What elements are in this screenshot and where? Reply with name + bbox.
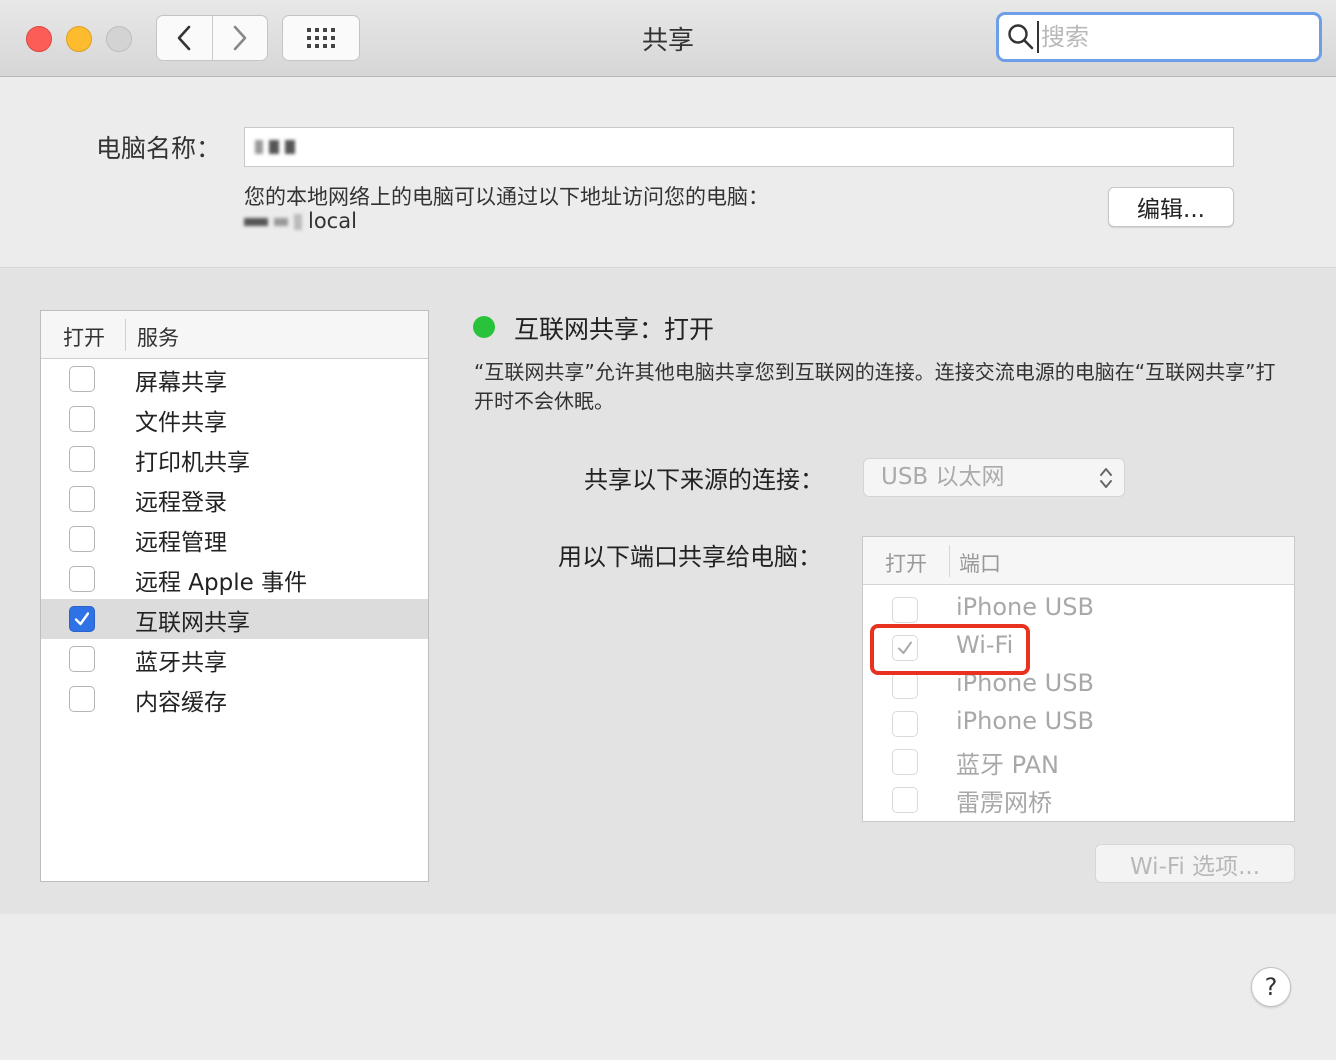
port-label: iPhone USB <box>956 707 1094 735</box>
service-row-remote-login[interactable]: 远程登录 <box>41 479 428 519</box>
search-field[interactable] <box>996 12 1322 62</box>
port-checkbox[interactable] <box>892 597 918 623</box>
window-title: 共享 <box>641 26 694 56</box>
port-list-header: 打开 端口 <box>863 537 1294 585</box>
port-header-port: 端口 <box>959 552 1001 576</box>
updown-arrows-icon <box>1100 468 1112 488</box>
service-row-remote-apple-events[interactable]: 远程 Apple 事件 <box>41 559 428 599</box>
checkmark-icon <box>74 612 90 626</box>
port-checkbox[interactable] <box>892 711 918 737</box>
search-input[interactable] <box>1037 21 1311 53</box>
service-row-internet-sharing[interactable]: 互联网共享 <box>41 599 428 639</box>
grid-icon <box>307 28 335 48</box>
service-label: 远程 Apple 事件 <box>135 570 308 596</box>
service-checkbox[interactable] <box>69 686 95 712</box>
port-header-open: 打开 <box>885 552 927 576</box>
service-label: 内容缓存 <box>135 690 227 716</box>
minimize-window-button[interactable] <box>66 26 92 52</box>
service-label: 屏幕共享 <box>135 370 227 396</box>
close-window-button[interactable] <box>26 26 52 52</box>
port-label: Wi-Fi <box>956 631 1014 659</box>
source-label: 共享以下来源的连接： <box>584 466 824 494</box>
help-button[interactable]: ? <box>1251 967 1291 1007</box>
back-button[interactable] <box>157 16 212 60</box>
service-checkbox[interactable] <box>69 526 95 552</box>
service-row-content-caching[interactable]: 内容缓存 <box>41 679 428 719</box>
zoom-window-button[interactable] <box>106 26 132 52</box>
port-row[interactable]: 蓝牙 PAN <box>863 742 1294 780</box>
nav-back-forward <box>156 15 268 61</box>
status-indicator <box>473 316 495 338</box>
edit-button[interactable]: 编辑... <box>1108 187 1234 227</box>
service-label: 文件共享 <box>135 410 227 436</box>
service-label: 远程管理 <box>135 530 227 556</box>
service-row-screen-sharing[interactable]: 屏幕共享 <box>41 359 428 399</box>
wifi-options-button[interactable]: Wi-Fi 选项... <box>1095 844 1295 883</box>
source-select[interactable]: USB 以太网 <box>863 458 1125 497</box>
port-row[interactable]: iPhone USB <box>863 704 1294 742</box>
address-description: 您的本地网络上的电脑可以通过以下地址访问您的电脑： <box>244 185 769 209</box>
chevron-left-icon <box>177 25 191 51</box>
port-checkbox-checked[interactable] <box>892 635 918 661</box>
forward-button[interactable] <box>211 16 268 60</box>
ports-label: 用以下端口共享给电脑： <box>558 543 822 571</box>
computer-name-field[interactable] <box>244 127 1234 167</box>
service-checkbox[interactable] <box>69 486 95 512</box>
port-row[interactable]: iPhone USB <box>863 590 1294 628</box>
port-label: 蓝牙 PAN <box>956 751 1059 779</box>
port-list[interactable]: 打开 端口 iPhone USB Wi-Fi iPhone USB iPhone… <box>862 536 1295 822</box>
service-label: 互联网共享 <box>135 610 250 636</box>
service-checkbox[interactable] <box>69 646 95 672</box>
service-description: “互联网共享”允许其他电脑共享您到互联网的连接。连接交流电源的电脑在“互联网共享… <box>474 360 1276 413</box>
service-row-printer-sharing[interactable]: 打印机共享 <box>41 439 428 479</box>
chevron-right-icon <box>233 25 247 51</box>
port-row[interactable]: iPhone USB <box>863 666 1294 704</box>
service-checkbox[interactable] <box>69 446 95 472</box>
service-list-header: 打开 服务 <box>41 311 428 359</box>
service-label: 蓝牙共享 <box>135 650 227 676</box>
port-checkbox[interactable] <box>892 787 918 813</box>
port-checkbox[interactable] <box>892 673 918 699</box>
port-row-wifi[interactable]: Wi-Fi <box>863 628 1294 666</box>
service-row-remote-management[interactable]: 远程管理 <box>41 519 428 559</box>
service-list[interactable]: 打开 服务 屏幕共享 文件共享 打印机共享 远程登录 远程管理 远程 Apple… <box>40 310 429 882</box>
local-address: local <box>244 209 357 233</box>
show-all-button[interactable] <box>282 15 360 61</box>
checkmark-icon <box>898 641 912 654</box>
service-checkbox[interactable] <box>69 406 95 432</box>
header-open[interactable]: 打开 <box>63 322 105 352</box>
computer-name-section <box>0 77 1336 268</box>
port-row[interactable]: 雷雳网桥 <box>863 780 1294 818</box>
service-checkbox[interactable] <box>69 366 95 392</box>
service-row-bluetooth-sharing[interactable]: 蓝牙共享 <box>41 639 428 679</box>
service-row-file-sharing[interactable]: 文件共享 <box>41 399 428 439</box>
title-bar: 共享 <box>0 0 1336 77</box>
service-label: 打印机共享 <box>135 450 250 476</box>
service-checkbox-checked[interactable] <box>69 606 95 632</box>
header-service[interactable]: 服务 <box>137 322 179 352</box>
search-icon <box>1008 24 1034 50</box>
source-value: USB 以太网 <box>881 464 1005 490</box>
service-label: 远程登录 <box>135 490 227 516</box>
computer-name-label: 电脑名称： <box>96 134 222 163</box>
service-checkbox[interactable] <box>69 566 95 592</box>
port-label: 雷雳网桥 <box>956 789 1052 817</box>
local-address-suffix: local <box>308 209 357 233</box>
port-label: iPhone USB <box>956 669 1094 697</box>
port-checkbox[interactable] <box>892 749 918 775</box>
port-label: iPhone USB <box>956 593 1094 621</box>
status-title: 互联网共享：打开 <box>514 315 715 344</box>
bottom-section <box>0 914 1336 1060</box>
